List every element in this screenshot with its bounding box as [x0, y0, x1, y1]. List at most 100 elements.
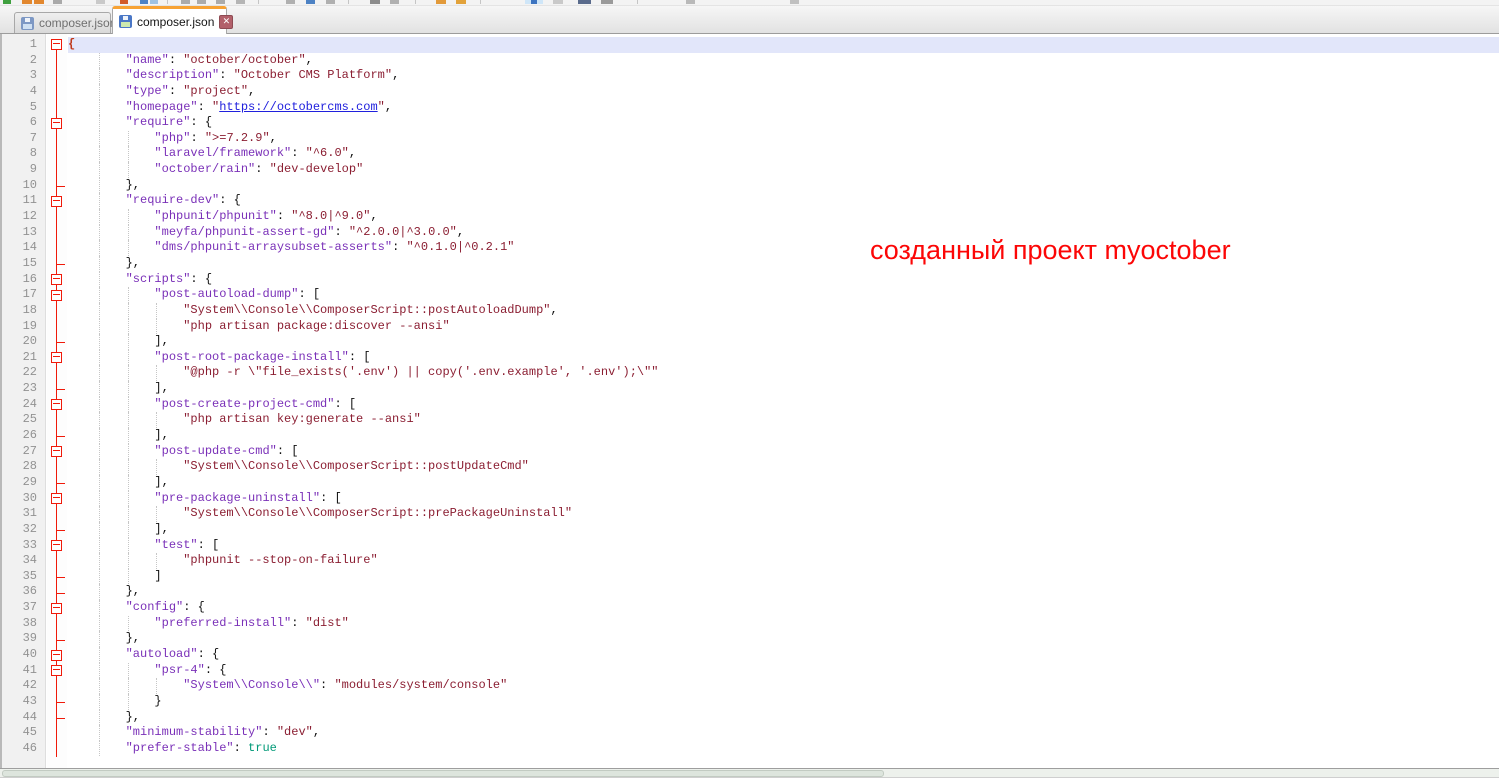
code-line[interactable]: }, — [68, 177, 1499, 194]
code-line[interactable]: } — [68, 693, 1499, 710]
code-line-current[interactable]: { — [68, 37, 1499, 53]
toolbar-button-fragment[interactable] — [601, 0, 613, 4]
code-line[interactable]: "minimum-stability": "dev", — [68, 725, 1499, 741]
code-line[interactable]: "php": ">=7.2.9", — [68, 130, 1499, 147]
horizontal-scrollbar[interactable] — [0, 768, 1499, 778]
code-line[interactable]: "dms/phpunit-arraysubset-asserts": "^0.1… — [68, 240, 1499, 256]
toolbar-button-fragment[interactable] — [637, 0, 638, 4]
code-line[interactable]: ], — [68, 521, 1499, 538]
code-line[interactable]: "config": { — [68, 600, 1499, 616]
toolbar-button-fragment[interactable] — [167, 0, 168, 4]
toolbar-button-fragment[interactable] — [53, 0, 62, 4]
toolbar-button-fragment[interactable] — [415, 0, 416, 4]
fold-collapse-icon[interactable] — [51, 540, 62, 552]
toolbar-button-fragment[interactable] — [686, 0, 695, 4]
fold-collapse-icon[interactable] — [51, 289, 62, 301]
fold-collapse-icon[interactable] — [51, 665, 62, 677]
toolbar-button-fragment[interactable] — [286, 0, 295, 4]
code-line[interactable]: "post-root-package-install": [ — [68, 349, 1499, 366]
tab-composer-json-inactive[interactable]: composer.json ✕ — [14, 12, 136, 33]
code-line[interactable]: }, — [68, 631, 1499, 647]
code-token: , — [348, 146, 357, 161]
code-editor[interactable]: 1 2 3 4 5 6 7 8 9 10 11 12 13 14 15 16 17 18 19 20 21 22 23 24 2… — [0, 34, 1499, 770]
toolbar-button-fragment[interactable] — [181, 0, 190, 4]
fold-collapse-icon[interactable] — [51, 195, 62, 207]
toolbar-button-fragment[interactable] — [140, 0, 148, 4]
toolbar-button-fragment[interactable] — [120, 0, 128, 4]
code-line[interactable]: "php artisan package:discover --ansi" — [68, 318, 1499, 335]
code-line[interactable]: "@php -r \"file_exists('.env') || copy('… — [68, 365, 1499, 382]
code-line[interactable]: "require-dev": { — [68, 193, 1499, 210]
code-line[interactable]: "laravel/framework": "^6.0", — [68, 146, 1499, 163]
code-line[interactable]: }, — [68, 584, 1499, 601]
fold-collapse-icon[interactable] — [51, 649, 62, 661]
code-line[interactable]: "phpunit/phpunit": "^8.0|^9.0", — [68, 209, 1499, 225]
code-line[interactable]: "test": [ — [68, 537, 1499, 554]
toolbar-button-fragment[interactable] — [216, 0, 225, 4]
code-line[interactable]: "post-create-project-cmd": [ — [68, 396, 1499, 413]
code-line[interactable]: "System\\Console\\ComposerScript::postUp… — [68, 459, 1499, 475]
toolbar-button-fragment[interactable] — [553, 0, 563, 4]
fold-collapse-icon[interactable] — [51, 602, 62, 614]
code-line[interactable]: "autoload": { — [68, 646, 1499, 663]
tab-composer-json-active[interactable]: composer.json ✕ — [112, 6, 234, 34]
code-lines[interactable]: { "name": "october/october", "descriptio… — [68, 34, 1499, 770]
code-line[interactable]: "scripts": { — [68, 271, 1499, 288]
fold-collapse-icon[interactable] — [51, 274, 62, 286]
code-line[interactable]: ], — [68, 428, 1499, 444]
code-line[interactable]: ] — [68, 568, 1499, 585]
toolbar-button-fragment[interactable] — [370, 0, 380, 4]
toolbar-button-fragment[interactable] — [390, 0, 399, 4]
code-line[interactable]: "require": { — [68, 115, 1499, 131]
code-line[interactable]: "name": "october/october", — [68, 52, 1499, 69]
code-line[interactable]: ], — [68, 334, 1499, 350]
fold-collapse-icon[interactable] — [51, 399, 62, 411]
toolbar-button-fragment[interactable] — [578, 0, 591, 4]
code-line[interactable]: "meyfa/phpunit-assert-gd": "^2.0.0|^3.0.… — [68, 224, 1499, 241]
code-line[interactable]: "psr-4": { — [68, 662, 1499, 679]
code-line[interactable]: "post-update-cmd": [ — [68, 443, 1499, 460]
fold-collapse-icon[interactable] — [51, 352, 62, 364]
toolbar-button-fragment[interactable] — [348, 0, 349, 4]
code-line[interactable]: ], — [68, 381, 1499, 397]
scrollbar-thumb[interactable] — [2, 770, 884, 777]
toolbar-button-fragment[interactable] — [236, 0, 245, 4]
code-line[interactable]: }, — [68, 709, 1499, 726]
toolbar-button-fragment[interactable] — [326, 0, 335, 4]
toolbar-button-fragment[interactable] — [531, 0, 537, 4]
toolbar-button-fragment[interactable] — [22, 0, 32, 4]
code-line[interactable]: "System\\Console\\ComposerScript::prePac… — [68, 506, 1499, 522]
close-tab-icon[interactable]: ✕ — [219, 14, 234, 29]
code-line[interactable]: "october/rain": "dev-develop" — [68, 162, 1499, 178]
toolbar-button-fragment[interactable] — [436, 0, 446, 4]
toolbar-button-fragment[interactable] — [96, 0, 105, 4]
code-line[interactable]: "System\\Console\\": "modules/system/con… — [68, 678, 1499, 694]
code-line[interactable]: }, — [68, 255, 1499, 272]
fold-collapse-icon[interactable] — [51, 39, 62, 51]
toolbar-button-fragment[interactable] — [34, 0, 44, 4]
toolbar-button-fragment[interactable] — [258, 0, 259, 4]
toolbar-button-fragment[interactable] — [480, 0, 481, 4]
toolbar-button-fragment[interactable] — [790, 0, 799, 4]
code-line[interactable]: "System\\Console\\ComposerScript::postAu… — [68, 302, 1499, 319]
fold-collapse-icon[interactable] — [51, 446, 62, 458]
toolbar-button-fragment[interactable] — [197, 0, 206, 4]
code-line[interactable]: "post-autoload-dump": [ — [68, 287, 1499, 303]
code-line[interactable]: "preferred-install": "dist" — [68, 615, 1499, 632]
code-line[interactable]: "pre-package-uninstall": [ — [68, 490, 1499, 507]
fold-collapse-icon[interactable] — [51, 493, 62, 505]
code-line[interactable]: "homepage": "https://octobercms.com", — [68, 99, 1499, 116]
fold-collapse-icon[interactable] — [51, 117, 62, 129]
code-line[interactable]: "prefer-stable": true — [68, 740, 1499, 757]
code-line[interactable]: "php artisan key:generate --ansi" — [68, 412, 1499, 429]
toolbar-button-fragment[interactable] — [306, 0, 315, 4]
code-line[interactable]: "type": "project", — [68, 83, 1499, 100]
toolbar-button-fragment[interactable] — [150, 0, 158, 4]
code-line[interactable]: ], — [68, 474, 1499, 491]
toolbar-button-fragment[interactable] — [3, 0, 11, 4]
code-line[interactable]: "phpunit --stop-on-failure" — [68, 553, 1499, 569]
hyperlink-url[interactable]: https://octobercms.com — [219, 100, 377, 114]
toolbar-button-fragment[interactable] — [456, 0, 466, 4]
code-line[interactable]: "description": "October CMS Platform", — [68, 68, 1499, 84]
